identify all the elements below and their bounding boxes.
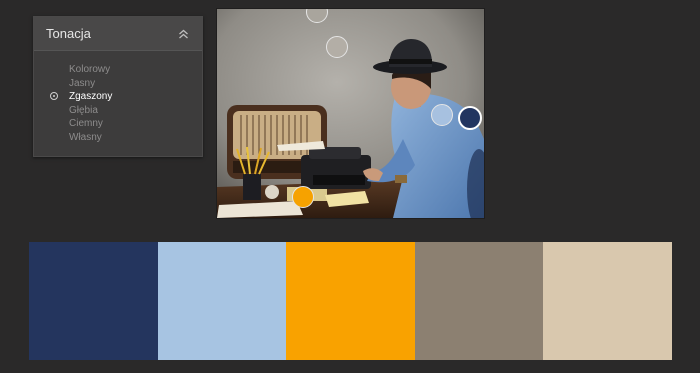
chevron-double-up-icon[interactable]	[176, 27, 190, 41]
option-zgaszony[interactable]: Zgaszony	[34, 90, 202, 104]
swatch-light-blue[interactable]	[157, 242, 287, 360]
option-ciemny[interactable]: Ciemny	[34, 117, 202, 131]
panel-title: Tonacja	[46, 26, 91, 41]
swatch-navy[interactable]	[29, 242, 158, 360]
color-picker-hat[interactable]	[326, 36, 348, 58]
swatch-orange[interactable]	[286, 242, 415, 360]
color-swatches	[29, 242, 672, 360]
color-picker-pencil[interactable]	[292, 186, 314, 208]
color-picker-shirt-light[interactable]	[431, 104, 453, 126]
source-photo	[217, 9, 484, 218]
option-label: Własny	[69, 131, 102, 143]
option-label: Kolorowy	[69, 64, 111, 75]
option-glebia[interactable]: Głębia	[34, 104, 202, 118]
color-picker-shirt-dark-selected[interactable]	[458, 106, 482, 130]
tonacja-options: Kolorowy Jasny Zgaszony Głębia Ciemny Wł…	[34, 51, 202, 144]
tonacja-panel: Tonacja Kolorowy Jasny Zgaszony Głębia C…	[33, 16, 203, 157]
option-label: Głębia	[69, 104, 98, 116]
panel-header[interactable]: Tonacja	[34, 17, 202, 51]
option-label: Zgaszony	[69, 91, 113, 102]
option-wlasny[interactable]: Własny	[34, 131, 202, 145]
option-label: Ciemny	[69, 118, 103, 129]
swatch-taupe[interactable]	[414, 242, 544, 360]
swatch-beige[interactable]	[543, 242, 672, 360]
option-label: Jasny	[69, 77, 96, 89]
option-jasny[interactable]: Jasny	[34, 77, 202, 91]
radio-selected-icon	[50, 92, 58, 100]
option-kolorowy[interactable]: Kolorowy	[34, 63, 202, 77]
